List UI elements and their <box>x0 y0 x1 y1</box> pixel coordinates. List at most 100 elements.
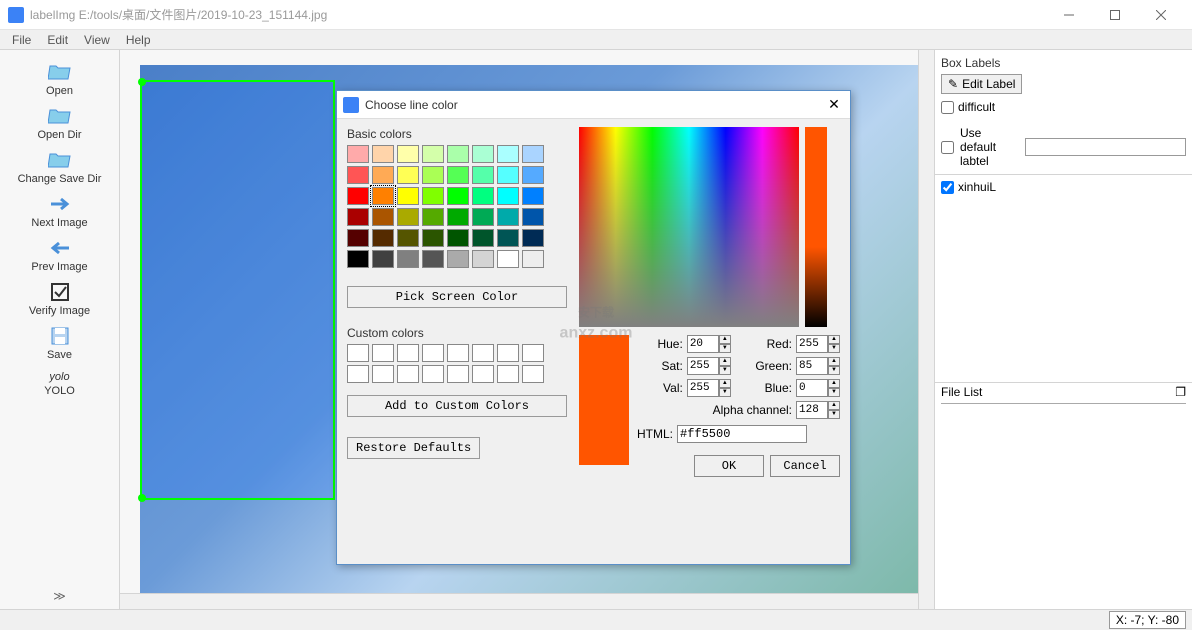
color-swatch[interactable] <box>397 208 419 226</box>
close-button[interactable] <box>1138 0 1184 30</box>
color-swatch[interactable] <box>497 166 519 184</box>
custom-color-swatch[interactable] <box>497 365 519 383</box>
color-swatch[interactable] <box>522 145 544 163</box>
color-swatch[interactable] <box>422 145 444 163</box>
sat-input[interactable] <box>687 357 719 375</box>
minimize-button[interactable] <box>1046 0 1092 30</box>
next-image-button[interactable]: Next Image <box>0 190 119 232</box>
custom-color-swatch[interactable] <box>447 365 469 383</box>
color-swatch[interactable] <box>422 187 444 205</box>
color-swatch[interactable] <box>447 208 469 226</box>
color-swatch[interactable] <box>522 187 544 205</box>
custom-color-swatch[interactable] <box>422 365 444 383</box>
undock-icon[interactable]: ❐ <box>1175 385 1186 399</box>
horizontal-scrollbar[interactable] <box>120 593 918 609</box>
custom-color-swatch[interactable] <box>397 365 419 383</box>
green-input[interactable] <box>796 357 828 375</box>
custom-color-swatch[interactable] <box>347 344 369 362</box>
color-swatch[interactable] <box>372 166 394 184</box>
value-slider[interactable] <box>805 127 827 327</box>
green-spinner[interactable]: ▲▼ <box>828 357 840 375</box>
custom-color-swatch[interactable] <box>347 365 369 383</box>
color-swatch[interactable] <box>472 145 494 163</box>
color-swatch[interactable] <box>422 229 444 247</box>
menu-edit[interactable]: Edit <box>39 31 76 49</box>
add-custom-colors-button[interactable]: Add to Custom Colors <box>347 395 567 417</box>
edit-label-button[interactable]: ✎ Edit Label <box>941 74 1022 94</box>
color-swatch[interactable] <box>397 250 419 268</box>
custom-color-swatch[interactable] <box>497 344 519 362</box>
hue-input[interactable] <box>687 335 719 353</box>
custom-color-swatch[interactable] <box>372 365 394 383</box>
color-swatch[interactable] <box>422 208 444 226</box>
color-swatch[interactable] <box>447 145 469 163</box>
custom-color-swatch[interactable] <box>372 344 394 362</box>
color-swatch[interactable] <box>422 250 444 268</box>
alpha-input[interactable] <box>796 401 828 419</box>
pick-screen-color-button[interactable]: Pick Screen Color <box>347 286 567 308</box>
color-swatch[interactable] <box>472 250 494 268</box>
color-swatch[interactable] <box>347 229 369 247</box>
prev-image-button[interactable]: Prev Image <box>0 234 119 276</box>
color-swatch[interactable] <box>447 166 469 184</box>
color-swatch[interactable] <box>347 166 369 184</box>
ok-button[interactable]: OK <box>694 455 764 477</box>
restore-defaults-button[interactable]: Restore Defaults <box>347 437 480 459</box>
red-spinner[interactable]: ▲▼ <box>828 335 840 353</box>
label-item-checkbox[interactable] <box>941 181 954 194</box>
custom-color-swatch[interactable] <box>522 365 544 383</box>
color-swatch[interactable] <box>472 229 494 247</box>
color-swatch[interactable] <box>522 250 544 268</box>
val-spinner[interactable]: ▲▼ <box>719 379 731 397</box>
color-swatch[interactable] <box>372 208 394 226</box>
label-list-item[interactable]: xinhuiL <box>941 179 1186 195</box>
color-swatch[interactable] <box>472 166 494 184</box>
open-button[interactable]: Open <box>0 58 119 100</box>
color-swatch[interactable] <box>522 229 544 247</box>
selection-handle[interactable] <box>138 494 146 502</box>
color-swatch[interactable] <box>397 145 419 163</box>
color-swatch[interactable] <box>447 250 469 268</box>
custom-color-swatch[interactable] <box>422 344 444 362</box>
custom-color-swatch[interactable] <box>397 344 419 362</box>
blue-spinner[interactable]: ▲▼ <box>828 379 840 397</box>
verify-image-button[interactable]: Verify Image <box>0 278 119 320</box>
yolo-format-button[interactable]: yolo YOLO <box>0 366 119 400</box>
expand-icon[interactable]: ≫ <box>47 583 72 609</box>
color-swatch[interactable] <box>397 166 419 184</box>
color-swatch[interactable] <box>522 208 544 226</box>
menu-help[interactable]: Help <box>118 31 159 49</box>
hue-sat-picker[interactable] <box>579 127 799 327</box>
hue-spinner[interactable]: ▲▼ <box>719 335 731 353</box>
use-default-label-checkbox[interactable] <box>941 141 954 154</box>
color-swatch[interactable] <box>447 187 469 205</box>
val-input[interactable] <box>687 379 719 397</box>
difficult-checkbox[interactable] <box>941 101 954 114</box>
default-label-input[interactable] <box>1025 138 1186 156</box>
color-swatch[interactable] <box>447 229 469 247</box>
color-swatch[interactable] <box>497 208 519 226</box>
color-swatch[interactable] <box>347 208 369 226</box>
alpha-spinner[interactable]: ▲▼ <box>828 401 840 419</box>
html-input[interactable] <box>677 425 807 443</box>
color-swatch[interactable] <box>497 145 519 163</box>
custom-color-swatch[interactable] <box>447 344 469 362</box>
change-save-dir-button[interactable]: Change Save Dir <box>0 146 119 188</box>
color-swatch[interactable] <box>347 145 369 163</box>
color-swatch[interactable] <box>372 145 394 163</box>
blue-input[interactable] <box>796 379 828 397</box>
color-swatch[interactable] <box>372 187 394 205</box>
menu-view[interactable]: View <box>76 31 118 49</box>
color-swatch[interactable] <box>422 166 444 184</box>
open-dir-button[interactable]: Open Dir <box>0 102 119 144</box>
custom-color-swatch[interactable] <box>472 344 494 362</box>
dialog-titlebar[interactable]: Choose line color ✕ <box>337 91 850 119</box>
color-swatch[interactable] <box>372 250 394 268</box>
color-swatch[interactable] <box>497 187 519 205</box>
color-swatch[interactable] <box>397 187 419 205</box>
color-swatch[interactable] <box>472 208 494 226</box>
color-swatch[interactable] <box>497 229 519 247</box>
color-swatch[interactable] <box>522 166 544 184</box>
color-swatch[interactable] <box>347 250 369 268</box>
color-swatch[interactable] <box>372 229 394 247</box>
